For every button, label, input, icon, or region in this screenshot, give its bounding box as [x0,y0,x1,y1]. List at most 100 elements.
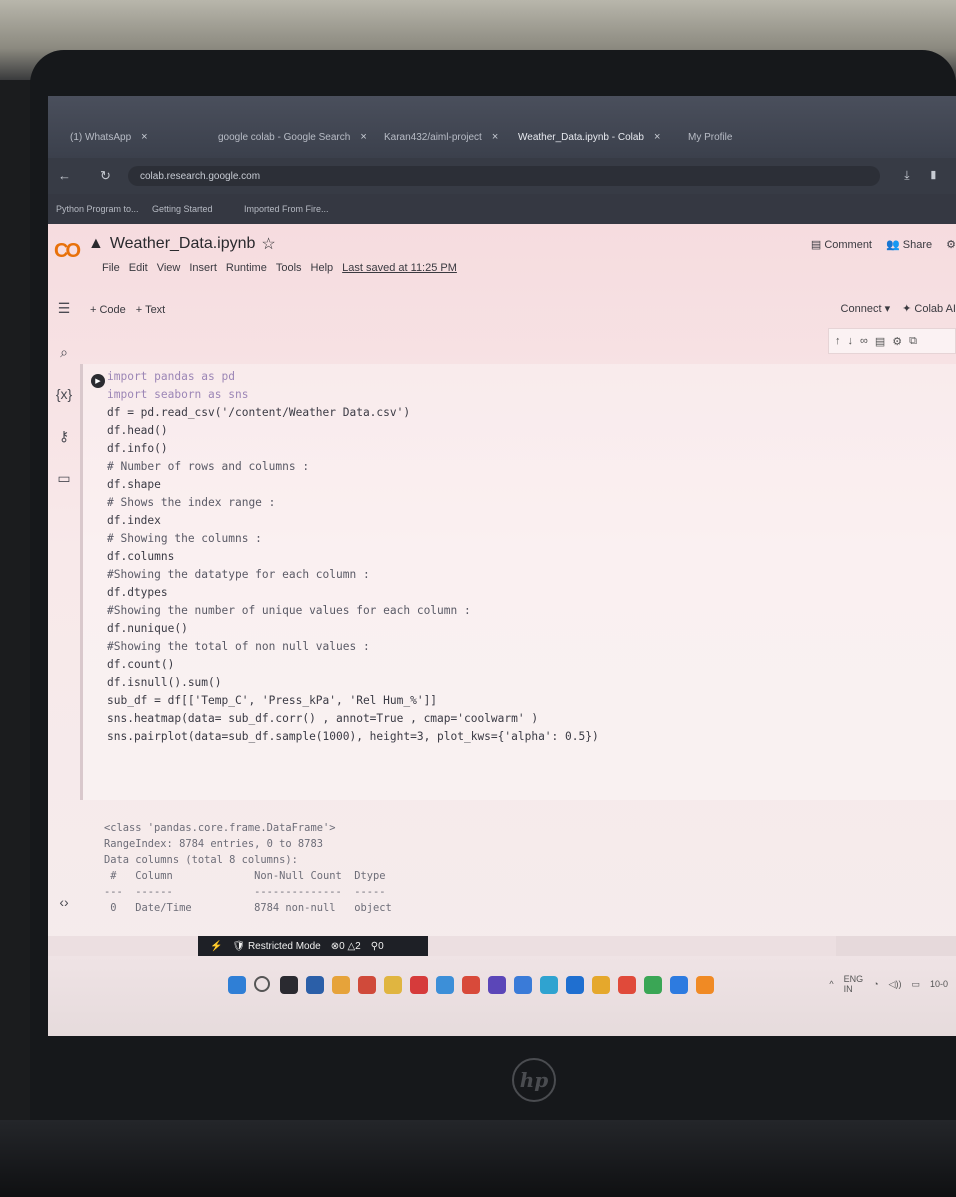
move-up-icon[interactable]: ↑ [835,335,841,347]
app-icon[interactable] [306,976,324,994]
app-icon[interactable] [592,976,610,994]
menu-file[interactable]: File [102,262,120,274]
code-line: import seaborn as sns [107,388,249,401]
folder-icon[interactable] [384,976,402,994]
app-icon[interactable] [488,976,506,994]
restricted-mode-badge[interactable]: 🛡 Restricted Mode [232,941,320,952]
toc-icon[interactable]: ☰ [54,300,74,317]
system-tray: ^ ENG IN ◔ ◁)) ▭ 10-0 [829,974,956,994]
search-icon[interactable]: ⌕ [54,344,74,361]
code-line: df.info() [107,442,168,455]
back-icon[interactable]: ← [58,168,71,183]
volume-icon[interactable]: ◁)) [889,979,902,990]
code-line: # Number of rows and columns : [107,460,310,473]
tab-colab[interactable]: Weather_Data.ipynb - Colab × [518,126,660,148]
comment-button[interactable]: ▤ Comment [811,238,872,251]
code-icon[interactable]: ‹› [54,894,74,910]
tab-my-profile[interactable]: My Profile [688,126,732,148]
app-icon[interactable] [540,976,558,994]
gear-icon[interactable]: ⚙ [892,335,902,348]
move-down-icon[interactable]: ↓ [848,335,854,347]
menu-help[interactable]: Help [311,262,334,274]
search-icon[interactable] [254,976,270,992]
chevron-up-icon[interactable]: ^ [829,979,833,989]
browser-icon[interactable] [436,976,454,994]
mirror-icon[interactable]: ⧉ [909,335,917,348]
comment-label: Comment [824,239,872,251]
menu-edit[interactable]: Edit [129,262,148,274]
colab-ai-label: Colab AI [914,303,956,315]
hp-logo: hp [512,1058,556,1102]
colab-logo: CO [54,240,81,262]
star-icon[interactable]: ☆ [261,234,275,254]
share-button[interactable]: 👥 Share [886,238,932,251]
app-icon[interactable] [514,976,532,994]
app-icon[interactable] [462,976,480,994]
variables-icon[interactable]: {x} [54,386,74,402]
comment-icon[interactable]: ▤ [875,335,885,348]
battery-icon[interactable]: ▭ [911,979,920,990]
link-icon[interactable]: ∞ [860,335,868,347]
menu-runtime[interactable]: Runtime [226,262,267,274]
ports-indicator[interactable]: ⚲0 [371,941,384,952]
bookmark-item[interactable]: Getting Started [152,204,213,214]
close-icon[interactable]: × [360,131,366,143]
code-line: # Showing the columns : [107,532,262,545]
code-line: #Showing the number of unique values for… [107,604,471,617]
colab-ai-button[interactable]: ✦ Colab AI [902,302,956,315]
download-icon[interactable]: ⤓ ▮ [904,168,946,183]
connect-button[interactable]: Connect ▾ [841,302,891,315]
region-label: IN [843,984,853,994]
people-icon: 👥 [886,239,903,251]
status-right [836,936,956,956]
language-indicator[interactable]: ENG IN [844,974,864,994]
code-line: df.index [107,514,161,527]
menu-insert[interactable]: Insert [189,262,217,274]
chrome-icon[interactable] [644,976,662,994]
menu-view[interactable]: View [157,262,181,274]
start-icon[interactable] [228,976,246,994]
clock[interactable]: 10-0 [930,979,948,989]
code-cell[interactable]: ▶ import pandas as pd import seaborn as … [80,364,956,800]
code-line: sns.pairplot(data=sub_df.sample(1000), h… [107,730,599,743]
add-text-button[interactable]: + Text [136,304,165,316]
wifi-icon[interactable]: ◔ [873,979,878,989]
run-cell-button[interactable]: ▶ [91,374,105,388]
app-icon[interactable] [696,976,714,994]
app-icon[interactable] [410,976,428,994]
last-saved-link[interactable]: Last saved at 11:25 PM [342,262,457,274]
tab-github[interactable]: Karan432/aiml-project × [384,126,498,148]
url-input[interactable]: colab.research.google.com [128,166,880,186]
tab-whatsapp[interactable]: (1) WhatsApp × [70,126,148,148]
task-view-icon[interactable] [280,976,298,994]
problems-indicator[interactable]: ⊗0 △2 [331,941,361,952]
app-icon[interactable] [358,976,376,994]
bookmarks-bar: Python Program to... Getting Started Imp… [48,194,956,224]
notebook-title-text[interactable]: Weather_Data.ipynb [110,235,256,253]
status-bar: ⚡ 🛡 Restricted Mode ⊗0 △2 ⚲0 [48,936,956,956]
bookmark-item[interactable]: Python Program to... [56,204,139,214]
app-icon[interactable] [332,976,350,994]
notebook-title[interactable]: ▲ Weather_Data.ipynb ☆ [88,234,276,254]
menu-tools[interactable]: Tools [276,262,302,274]
close-icon[interactable]: × [492,131,498,143]
close-icon[interactable]: × [141,131,147,143]
close-icon[interactable]: × [654,131,660,143]
tab-google-search[interactable]: google colab - Google Search × [218,126,367,148]
code-line: df.dtypes [107,586,168,599]
code-line: #Showing the total of non null values : [107,640,370,653]
vscode-icon[interactable] [670,976,688,994]
app-icon[interactable] [618,976,636,994]
app-icon[interactable] [566,976,584,994]
key-icon[interactable]: ⚷ [54,428,74,445]
reload-icon[interactable]: ↻ [100,168,111,184]
bookmark-item[interactable]: Imported From Fire... [244,204,329,214]
settings-icon[interactable]: ⚙ [946,238,956,251]
code-line: df = pd.read_csv('/content/Weather Data.… [107,406,411,419]
code-line: df.nunique() [107,622,188,635]
add-code-button[interactable]: + Code [90,304,126,316]
folder-icon[interactable]: ▭ [54,470,74,487]
code-editor[interactable]: import pandas as pd import seaborn as sn… [107,368,947,746]
browser-tab-strip: (1) WhatsApp × google colab - Google Sear… [48,96,956,158]
output-line: # Column Non-Null Count Dtype [104,870,386,882]
